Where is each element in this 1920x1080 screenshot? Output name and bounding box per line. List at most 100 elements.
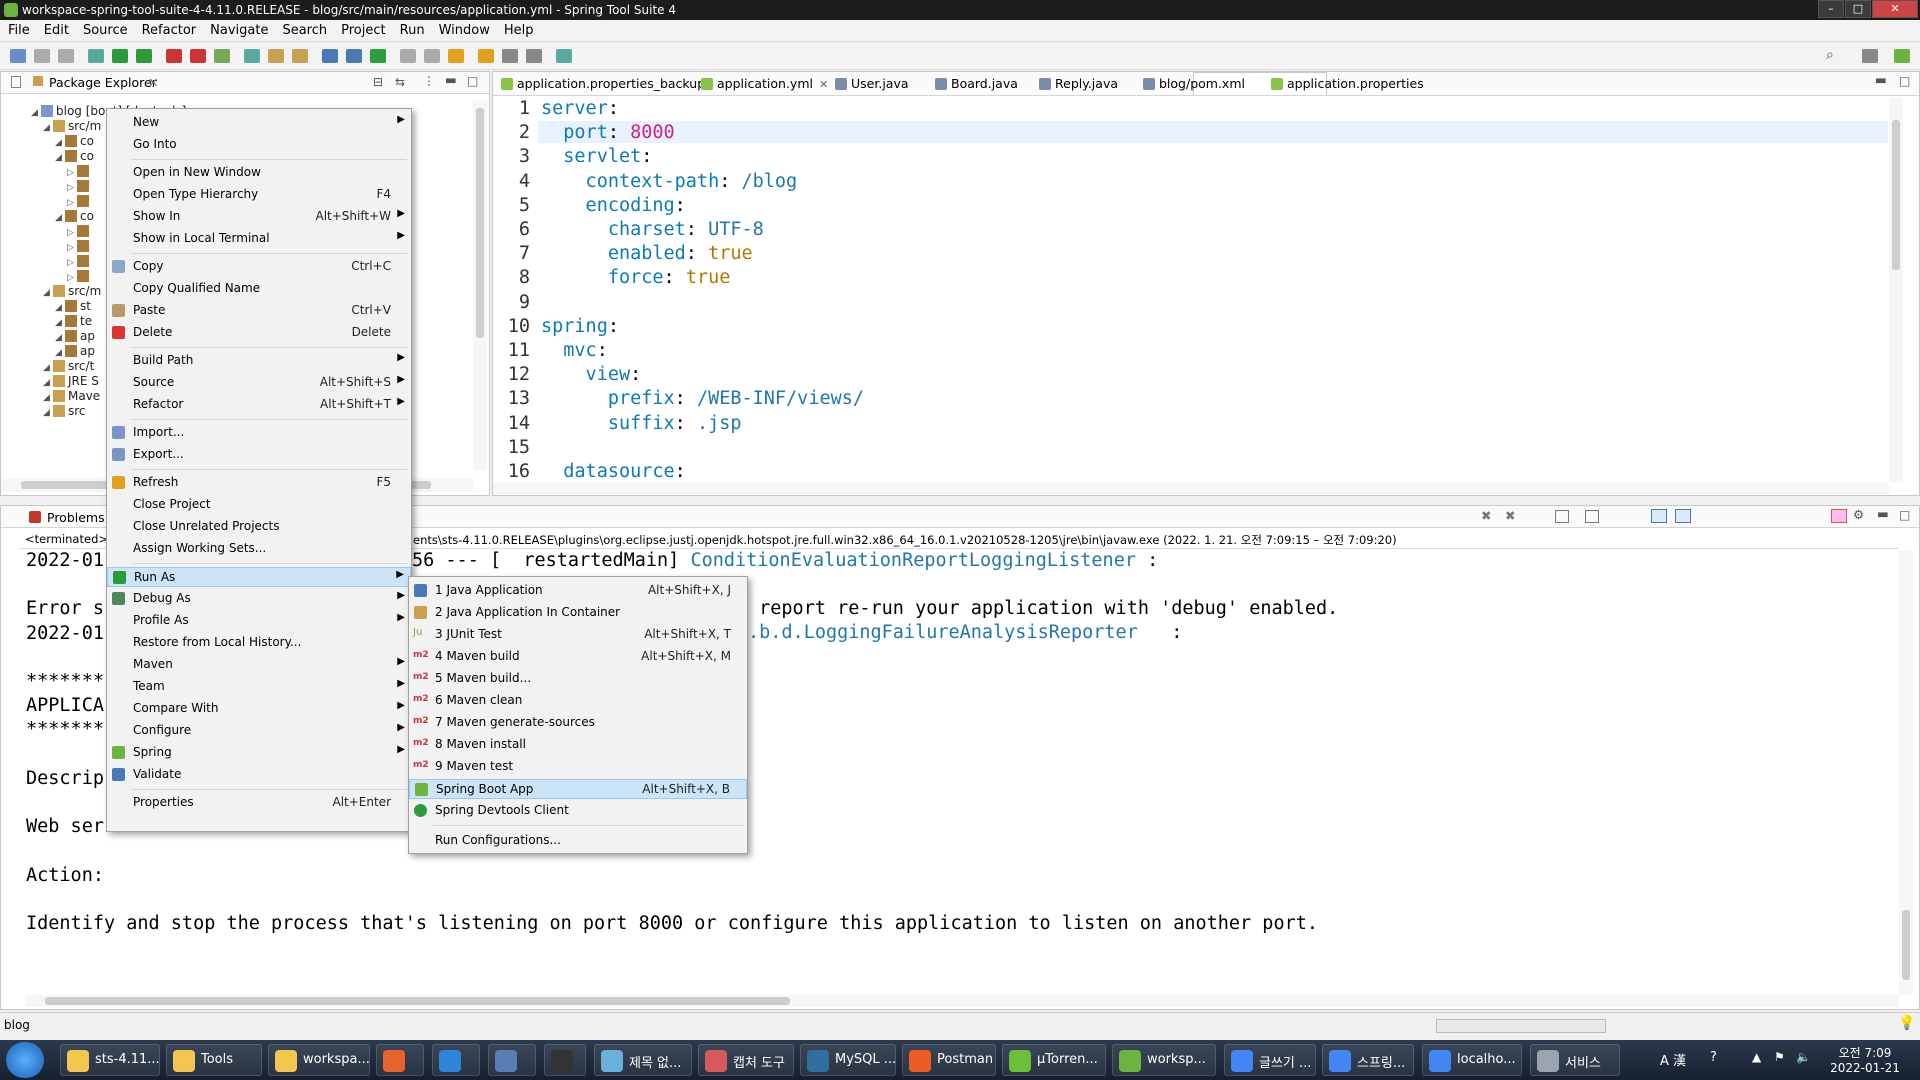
run-as-item[interactable]: m2 9 Maven test [409,757,747,777]
scroll-lock-icon[interactable] [1555,510,1569,523]
code-line[interactable]: context-path: /blog [541,171,798,192]
menu-item-debug-as[interactable]: Debug As ▶ [107,589,411,609]
menu-item-close-project[interactable]: Close Project [107,495,411,515]
menu-item-import[interactable]: Import... [107,423,411,443]
tree-node[interactable]: ▷ [67,254,92,268]
toolbar-icon[interactable] [166,49,182,63]
menu-item-source[interactable]: Source Alt+Shift+S ▶ [107,373,411,393]
code-line[interactable]: mvc: [541,340,608,361]
expand-arrow-icon[interactable]: ◢ [31,108,41,118]
expand-arrow-icon[interactable]: ◢ [55,318,65,328]
remove-all-icon[interactable]: ✖ [1505,508,1515,523]
settings-gear-icon[interactable]: ⚙ [1853,507,1864,522]
panel-menu-icon[interactable] [11,76,21,88]
view-menu-icon[interactable]: ⋮ [423,74,435,88]
console-scrollbar[interactable] [1899,550,1913,995]
console-scroll-thumb[interactable] [1902,910,1910,980]
menu-project[interactable]: Project [333,20,391,38]
toolbar-icon[interactable] [448,49,464,63]
toolbar-icon[interactable] [292,49,308,63]
taskbar-item[interactable]: MySQL ... [800,1044,896,1076]
tree-node[interactable]: ▷ [67,269,92,283]
code-line[interactable]: spring: [541,316,619,337]
tip-bulb-icon[interactable]: 💡 [1898,1015,1915,1031]
tree-node[interactable]: ◢ te [55,314,92,328]
toolbar-icon[interactable] [400,49,416,63]
editor-hscrollbar[interactable] [493,482,1889,494]
editor-scrollbar[interactable] [1889,98,1903,482]
code-line[interactable]: prefix: /WEB-INF/views/ [541,388,864,409]
menu-edit[interactable]: Edit [36,20,75,38]
menu-item-open-type-hierarchy[interactable]: Open Type Hierarchy F4 [107,185,411,205]
expand-arrow-icon[interactable]: ◢ [43,288,53,298]
minimize-editor-icon[interactable]: ▬ [1875,72,1887,87]
expand-arrow-icon[interactable]: ▷ [67,228,77,238]
close-button[interactable]: ✕ [1872,0,1918,18]
run-as-item[interactable]: Ju 3 JUnit Test Alt+Shift+X, T [409,625,747,645]
menu-item-delete[interactable]: Delete Delete [107,323,411,343]
expand-arrow-icon[interactable]: ◢ [55,153,65,163]
menu-navigate[interactable]: Navigate [202,20,274,38]
code-line[interactable]: suffix: .jsp [541,413,742,434]
tree-node[interactable]: ◢ src/m [43,284,101,298]
menu-item-go-into[interactable]: Go Into [107,135,411,155]
volume-icon[interactable]: 🔈 [1796,1050,1811,1064]
expand-arrow-icon[interactable]: ◢ [43,363,53,373]
expand-arrow-icon[interactable]: ◢ [43,408,53,418]
toolbar-icon[interactable] [478,49,494,63]
expand-arrow-icon[interactable]: ▷ [67,198,77,208]
editor-tab[interactable]: application.properties [1271,76,1424,91]
word-wrap-icon[interactable] [1585,510,1599,523]
help-icon[interactable]: ? [1710,1050,1717,1065]
code-line[interactable]: servlet: [541,146,652,167]
expand-arrow-icon[interactable]: ▷ [67,243,77,253]
menu-item-build-path[interactable]: Build Path ▶ [107,351,411,371]
remove-launch-icon[interactable]: ✖ [1481,508,1491,523]
menu-item-close-unrelated-projects[interactable]: Close Unrelated Projects [107,517,411,537]
menu-source[interactable]: Source [75,20,134,38]
close-tab-icon[interactable]: ✕ [819,78,828,91]
tray-expand-icon[interactable]: ▲ [1752,1050,1761,1064]
display-console-icon[interactable] [1675,509,1691,523]
menu-item-validate[interactable]: Validate [107,765,411,785]
close-tab-icon[interactable]: ✕ [148,75,158,90]
menu-item-copy-qualified-name[interactable]: Copy Qualified Name [107,279,411,299]
editor-tab[interactable]: application.yml ✕ [701,76,828,91]
toolbar-icon[interactable] [190,49,206,63]
run-as-item[interactable]: m2 5 Maven build... [409,669,747,689]
taskbar-item[interactable]: 글쓰기 ... [1224,1044,1316,1076]
toolbar-icon[interactable] [244,49,260,63]
run-as-item[interactable]: m2 4 Maven build Alt+Shift+X, M [409,647,747,667]
expand-arrow-icon[interactable]: ◢ [55,333,65,343]
tree-node[interactable]: ◢ src [43,404,86,418]
menu-file[interactable]: File [0,20,36,38]
menu-item-export[interactable]: Export... [107,445,411,465]
toolbar-icon[interactable] [502,49,518,63]
tree-scroll-thumb[interactable] [476,108,484,338]
toolbar-icon[interactable] [424,49,440,63]
taskbar-item[interactable]: 캡처 도구 [698,1044,794,1076]
toolbar-icon[interactable] [556,49,572,63]
expand-arrow-icon[interactable]: ◢ [43,393,53,403]
expand-arrow-icon[interactable]: ▷ [67,258,77,268]
code-line[interactable]: charset: UTF-8 [541,219,764,240]
minimize-button[interactable]: – [1818,0,1844,18]
toolbar-icon[interactable] [268,49,284,63]
toolbar-icon[interactable] [88,49,104,63]
toolbar-icon[interactable] [58,49,74,63]
code-line[interactable]: enabled: true [541,243,753,264]
taskbar-item[interactable]: µTorren... [1002,1044,1106,1076]
tree-node[interactable]: ▷ [67,239,92,253]
console-hscroll-thumb[interactable] [45,997,790,1005]
collapse-all-icon[interactable]: ⊟ [373,75,383,89]
tree-node[interactable]: ◢ Mave [43,389,100,403]
maximize-button[interactable]: □ [1845,0,1871,18]
taskbar-item[interactable]: 서비스 [1530,1044,1620,1076]
code-line[interactable]: force: true [541,267,731,288]
tree-node[interactable]: ◢ src/m [43,119,101,133]
menu-run[interactable]: Run [392,20,431,38]
expand-arrow-icon[interactable]: ◢ [55,138,65,148]
menu-item-spring[interactable]: Spring ▶ [107,743,411,763]
expand-arrow-icon[interactable]: ▷ [67,168,77,178]
run-as-item[interactable]: 2 Java Application In Container [409,603,747,623]
